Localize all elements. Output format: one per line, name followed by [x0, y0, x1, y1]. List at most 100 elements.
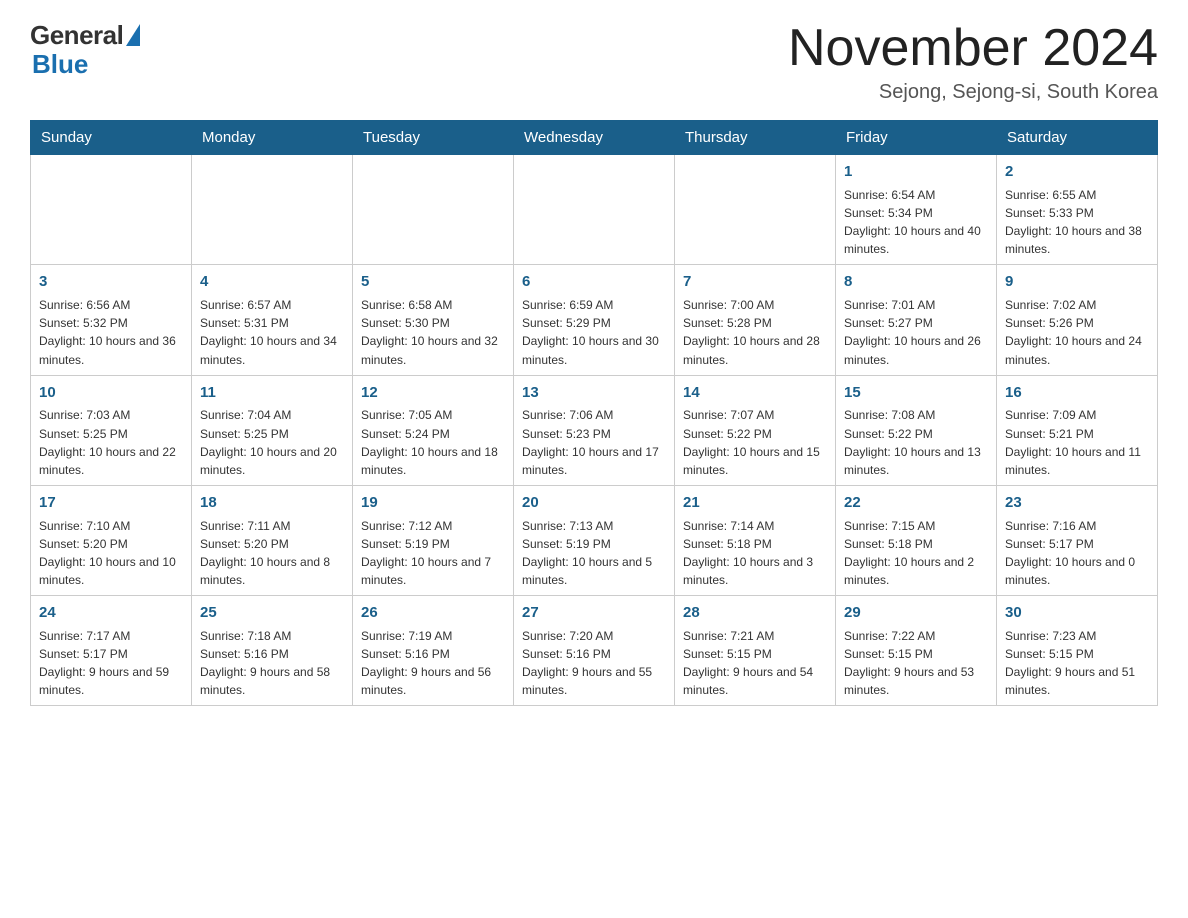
calendar-cell: 11 Sunrise: 7:04 AM Sunset: 5:25 PM Dayli… — [192, 375, 353, 485]
day-number: 14 — [683, 382, 827, 404]
day-number: 28 — [683, 602, 827, 624]
day-number: 8 — [844, 271, 988, 293]
calendar-cell: 10 Sunrise: 7:03 AM Sunset: 5:25 PM Dayli… — [31, 375, 192, 485]
calendar-cell: 15 Sunrise: 7:08 AM Sunset: 5:22 PM Dayli… — [836, 375, 997, 485]
day-number: 4 — [200, 271, 344, 293]
week-row-5: 24 Sunrise: 7:17 AM Sunset: 5:17 PM Dayli… — [31, 596, 1158, 706]
day-info: Sunrise: 7:09 AM Sunset: 5:21 PM Dayligh… — [1005, 408, 1141, 476]
day-info: Sunrise: 7:02 AM Sunset: 5:26 PM Dayligh… — [1005, 298, 1142, 366]
day-number: 24 — [39, 602, 183, 624]
calendar-cell: 8 Sunrise: 7:01 AM Sunset: 5:27 PM Daylig… — [836, 265, 997, 375]
day-info: Sunrise: 7:19 AM Sunset: 5:16 PM Dayligh… — [361, 629, 491, 697]
calendar-cell: 14 Sunrise: 7:07 AM Sunset: 5:22 PM Dayli… — [675, 375, 836, 485]
day-number: 19 — [361, 492, 505, 514]
day-info: Sunrise: 7:18 AM Sunset: 5:16 PM Dayligh… — [200, 629, 330, 697]
day-info: Sunrise: 7:13 AM Sunset: 5:19 PM Dayligh… — [522, 519, 652, 587]
calendar-cell: 13 Sunrise: 7:06 AM Sunset: 5:23 PM Dayli… — [514, 375, 675, 485]
calendar-cell — [31, 155, 192, 265]
calendar-cell: 7 Sunrise: 7:00 AM Sunset: 5:28 PM Daylig… — [675, 265, 836, 375]
day-number: 11 — [200, 382, 344, 404]
day-info: Sunrise: 6:56 AM Sunset: 5:32 PM Dayligh… — [39, 298, 176, 366]
calendar-cell: 20 Sunrise: 7:13 AM Sunset: 5:19 PM Dayli… — [514, 485, 675, 595]
week-row-1: 1 Sunrise: 6:54 AM Sunset: 5:34 PM Daylig… — [31, 155, 1158, 265]
calendar-cell — [514, 155, 675, 265]
weekday-header-monday: Monday — [192, 121, 353, 155]
calendar-cell: 23 Sunrise: 7:16 AM Sunset: 5:17 PM Dayli… — [997, 485, 1158, 595]
day-number: 12 — [361, 382, 505, 404]
day-number: 16 — [1005, 382, 1149, 404]
calendar-cell: 12Sunrise: 7:05 AM Sunset: 5:24 PM Dayli… — [353, 375, 514, 485]
day-info: Sunrise: 7:04 AM Sunset: 5:25 PM Dayligh… — [200, 408, 337, 476]
day-info: Sunrise: 7:06 AM Sunset: 5:23 PM Dayligh… — [522, 408, 659, 476]
calendar-cell: 16 Sunrise: 7:09 AM Sunset: 5:21 PM Dayli… — [997, 375, 1158, 485]
weekday-header-saturday: Saturday — [997, 121, 1158, 155]
weekday-header-sunday: Sunday — [31, 121, 192, 155]
day-info: Sunrise: 7:21 AM Sunset: 5:15 PM Dayligh… — [683, 629, 813, 697]
weekday-header-row: SundayMondayTuesdayWednesdayThursdayFrid… — [31, 121, 1158, 155]
day-number: 6 — [522, 271, 666, 293]
weekday-header-thursday: Thursday — [675, 121, 836, 155]
day-info: Sunrise: 7:11 AM Sunset: 5:20 PM Dayligh… — [200, 519, 330, 587]
calendar-table: SundayMondayTuesdayWednesdayThursdayFrid… — [30, 120, 1158, 706]
week-row-4: 17 Sunrise: 7:10 AM Sunset: 5:20 PM Dayli… — [31, 485, 1158, 595]
calendar-cell: 17 Sunrise: 7:10 AM Sunset: 5:20 PM Dayli… — [31, 485, 192, 595]
day-info: Sunrise: 6:55 AM Sunset: 5:33 PM Dayligh… — [1005, 188, 1142, 256]
week-row-3: 10 Sunrise: 7:03 AM Sunset: 5:25 PM Dayli… — [31, 375, 1158, 485]
day-info: Sunrise: 7:14 AM Sunset: 5:18 PM Dayligh… — [683, 519, 813, 587]
day-info: Sunrise: 6:54 AM Sunset: 5:34 PM Dayligh… — [844, 188, 981, 256]
day-number: 2 — [1005, 161, 1149, 183]
day-number: 20 — [522, 492, 666, 514]
location-subtitle: Sejong, Sejong-si, South Korea — [788, 81, 1158, 104]
calendar-cell: 19 Sunrise: 7:12 AM Sunset: 5:19 PM Dayli… — [353, 485, 514, 595]
day-info: Sunrise: 7:16 AM Sunset: 5:17 PM Dayligh… — [1005, 519, 1135, 587]
day-info: Sunrise: 7:07 AM Sunset: 5:22 PM Dayligh… — [683, 408, 820, 476]
day-info: Sunrise: 7:12 AM Sunset: 5:19 PM Dayligh… — [361, 519, 491, 587]
day-info: Sunrise: 6:57 AM Sunset: 5:31 PM Dayligh… — [200, 298, 337, 366]
calendar-cell: 2 Sunrise: 6:55 AM Sunset: 5:33 PM Daylig… — [997, 155, 1158, 265]
calendar-cell: 29 Sunrise: 7:22 AM Sunset: 5:15 PM Dayli… — [836, 596, 997, 706]
calendar-cell: 27 Sunrise: 7:20 AM Sunset: 5:16 PM Dayli… — [514, 596, 675, 706]
calendar-cell: 21 Sunrise: 7:14 AM Sunset: 5:18 PM Dayli… — [675, 485, 836, 595]
calendar-cell: 9 Sunrise: 7:02 AM Sunset: 5:26 PM Daylig… — [997, 265, 1158, 375]
day-number: 7 — [683, 271, 827, 293]
day-number: 9 — [1005, 271, 1149, 293]
title-section: November 2024 Sejong, Sejong-si, South K… — [788, 20, 1158, 104]
calendar-cell — [192, 155, 353, 265]
page-header: General Blue November 2024 Sejong, Sejon… — [30, 20, 1158, 104]
day-number: 21 — [683, 492, 827, 514]
day-number: 30 — [1005, 602, 1149, 624]
day-info: Sunrise: 7:03 AM Sunset: 5:25 PM Dayligh… — [39, 408, 176, 476]
day-number: 23 — [1005, 492, 1149, 514]
day-number: 18 — [200, 492, 344, 514]
day-number: 13 — [522, 382, 666, 404]
calendar-cell: 28 Sunrise: 7:21 AM Sunset: 5:15 PM Dayli… — [675, 596, 836, 706]
day-number: 27 — [522, 602, 666, 624]
calendar-cell — [675, 155, 836, 265]
calendar-cell: 24 Sunrise: 7:17 AM Sunset: 5:17 PM Dayli… — [31, 596, 192, 706]
day-number: 3 — [39, 271, 183, 293]
week-row-2: 3 Sunrise: 6:56 AM Sunset: 5:32 PM Daylig… — [31, 265, 1158, 375]
day-number: 17 — [39, 492, 183, 514]
day-number: 29 — [844, 602, 988, 624]
day-info: Sunrise: 7:23 AM Sunset: 5:15 PM Dayligh… — [1005, 629, 1135, 697]
day-info: Sunrise: 7:00 AM Sunset: 5:28 PM Dayligh… — [683, 298, 820, 366]
day-info: Sunrise: 7:15 AM Sunset: 5:18 PM Dayligh… — [844, 519, 974, 587]
day-info: Sunrise: 7:17 AM Sunset: 5:17 PM Dayligh… — [39, 629, 169, 697]
day-info: Sunrise: 7:08 AM Sunset: 5:22 PM Dayligh… — [844, 408, 981, 476]
calendar-cell: 4 Sunrise: 6:57 AM Sunset: 5:31 PM Daylig… — [192, 265, 353, 375]
calendar-cell — [353, 155, 514, 265]
day-info: Sunrise: 7:10 AM Sunset: 5:20 PM Dayligh… — [39, 519, 176, 587]
day-number: 1 — [844, 161, 988, 183]
day-number: 10 — [39, 382, 183, 404]
calendar-cell: 30 Sunrise: 7:23 AM Sunset: 5:15 PM Dayli… — [997, 596, 1158, 706]
day-info: Sunrise: 6:59 AM Sunset: 5:29 PM Dayligh… — [522, 298, 659, 366]
day-number: 15 — [844, 382, 988, 404]
calendar-cell: 6 Sunrise: 6:59 AM Sunset: 5:29 PM Daylig… — [514, 265, 675, 375]
logo-blue-text: Blue — [30, 49, 88, 80]
logo-general-text: General — [30, 20, 123, 51]
day-info: Sunrise: 7:01 AM Sunset: 5:27 PM Dayligh… — [844, 298, 981, 366]
day-number: 22 — [844, 492, 988, 514]
day-info: Sunrise: 7:22 AM Sunset: 5:15 PM Dayligh… — [844, 629, 974, 697]
day-info: Sunrise: 6:58 AM Sunset: 5:30 PM Dayligh… — [361, 298, 498, 366]
day-info: Sunrise: 7:20 AM Sunset: 5:16 PM Dayligh… — [522, 629, 652, 697]
